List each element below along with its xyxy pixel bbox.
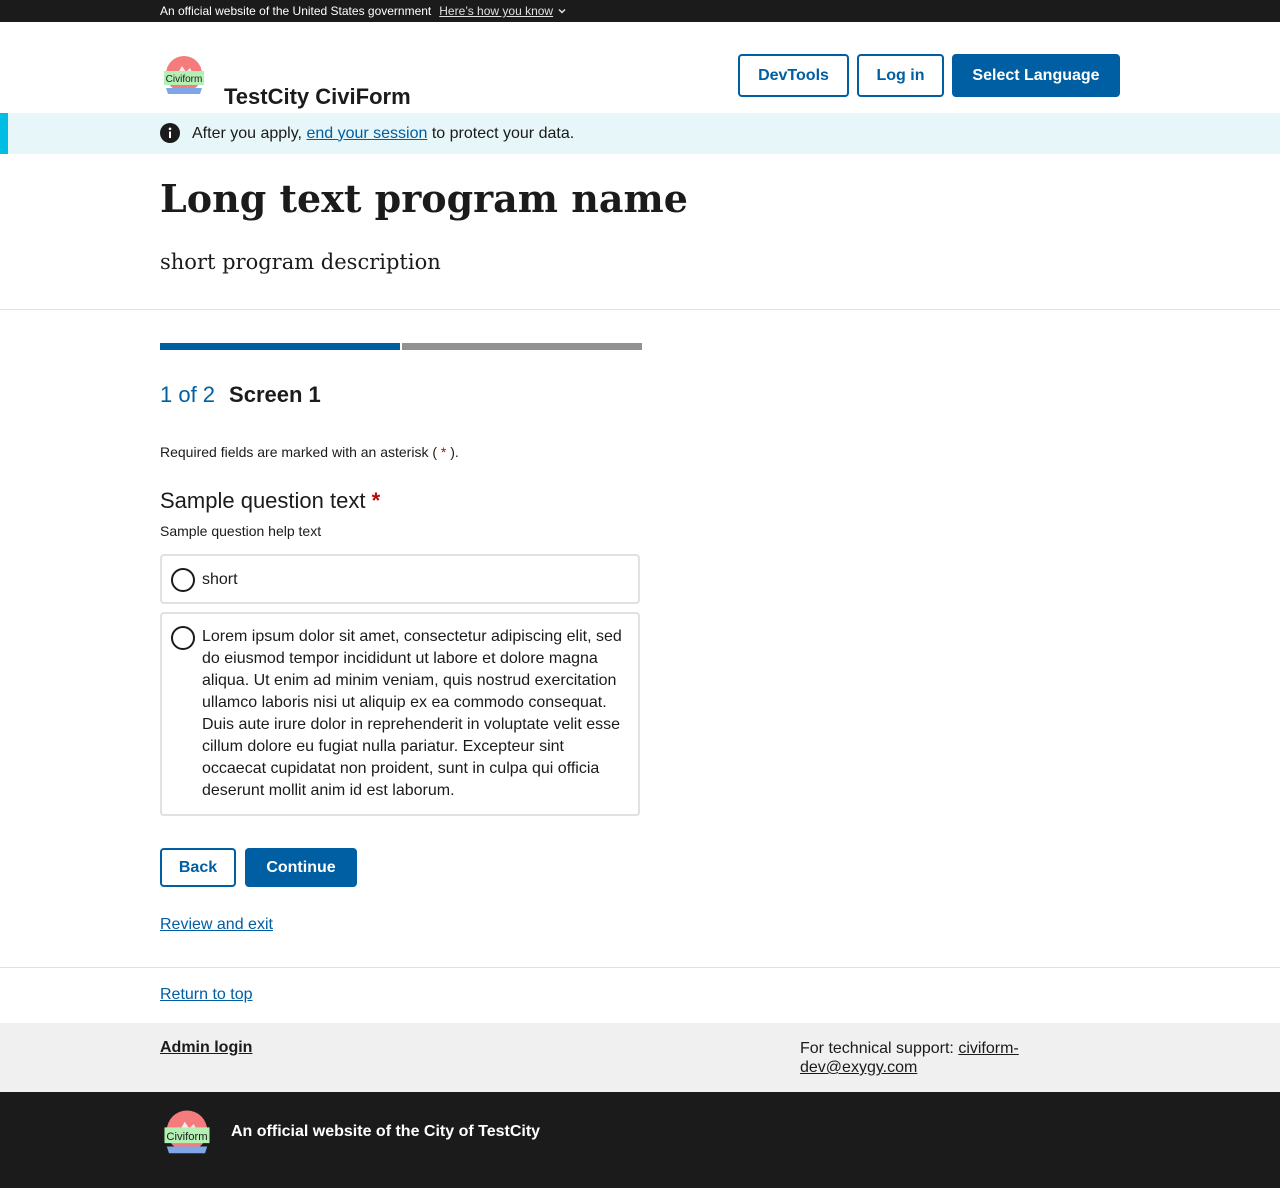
logo-text: Civiform <box>166 74 203 85</box>
main-content: 1 of 2 Screen 1 Required fields are mark… <box>0 310 1280 967</box>
question-label: Sample question text * <box>160 488 380 514</box>
program-hero: Long text program name short program des… <box>0 154 1280 310</box>
session-alert: After you apply, end your session to pro… <box>0 113 1280 154</box>
form-actions: Back Continue <box>160 848 357 887</box>
site-header: Civiform TestCity CiviForm DevTools Log … <box>0 22 1280 113</box>
radio-option-label: short <box>202 571 238 588</box>
gov-banner-text: An official website of the United States… <box>160 4 432 18</box>
official-website-text: An official website of the City of TestC… <box>231 1123 541 1140</box>
required-note: Required fields are marked with an aster… <box>160 444 459 460</box>
back-button[interactable]: Back <box>160 848 236 887</box>
alert-prefix: After you apply, <box>192 124 302 142</box>
return-to-top-link[interactable]: Return to top <box>160 986 253 1004</box>
footer-secondary: Admin login For technical support: civif… <box>0 1023 1280 1092</box>
chevron-down-icon <box>558 8 566 14</box>
select-language-button[interactable]: Select Language <box>952 54 1120 97</box>
civiform-logo: Civiform <box>164 1110 210 1154</box>
required-note-suffix: ). <box>450 444 459 460</box>
devtools-button[interactable]: DevTools <box>738 54 849 97</box>
technical-support: For technical support: civiform-dev@exyg… <box>800 1039 1040 1077</box>
question-text: Sample question text <box>160 488 366 513</box>
required-note-prefix: Required fields are marked with an aster… <box>160 444 438 460</box>
gov-banner-how-label: Here’s how you know <box>439 4 554 18</box>
progress-segment <box>160 343 400 350</box>
footer-identifier: Civiform An official website of the City… <box>0 1092 1280 1188</box>
question-required-star: * <box>371 488 381 513</box>
login-button[interactable]: Log in <box>857 54 944 97</box>
program-description: short program description <box>160 250 441 274</box>
radio-option-short[interactable]: short <box>160 554 640 604</box>
info-icon <box>160 123 180 143</box>
program-title: Long text program name <box>160 176 688 221</box>
radio-button[interactable] <box>171 568 195 592</box>
continue-button[interactable]: Continue <box>245 848 357 887</box>
gov-banner-how-link[interactable]: Here’s how you know <box>439 4 567 18</box>
question-help-text: Sample question help text <box>160 523 322 539</box>
required-star: * <box>440 444 447 460</box>
site-title[interactable]: TestCity CiviForm <box>224 84 411 110</box>
step-count: 1 of 2 <box>160 382 216 407</box>
progress-bar <box>160 343 642 350</box>
radio-button[interactable] <box>171 626 195 650</box>
alert-message: After you apply, end your session to pro… <box>192 125 574 143</box>
return-to-top-row: Return to top <box>0 967 1280 1023</box>
gov-banner: An official website of the United States… <box>0 0 1280 22</box>
support-label: For technical support: <box>800 1040 954 1057</box>
radio-option-label: Lorem ipsum dolor sit amet, consectetur … <box>202 628 622 799</box>
civiform-logo[interactable]: Civiform <box>160 54 208 98</box>
review-and-exit-link[interactable]: Review and exit <box>160 916 273 934</box>
radio-option-lorem[interactable]: Lorem ipsum dolor sit amet, consectetur … <box>160 612 640 816</box>
header-buttons: DevTools Log in Select Language <box>738 54 1120 97</box>
progress-segment <box>402 343 642 350</box>
alert-suffix: to protect your data. <box>431 124 575 142</box>
admin-login-link[interactable]: Admin login <box>160 1039 252 1057</box>
step-header: 1 of 2 Screen 1 <box>160 382 321 408</box>
end-session-link[interactable]: end your session <box>306 125 427 142</box>
screen-title: Screen 1 <box>229 382 321 407</box>
footer-logo-text: Civiform <box>166 1131 207 1143</box>
